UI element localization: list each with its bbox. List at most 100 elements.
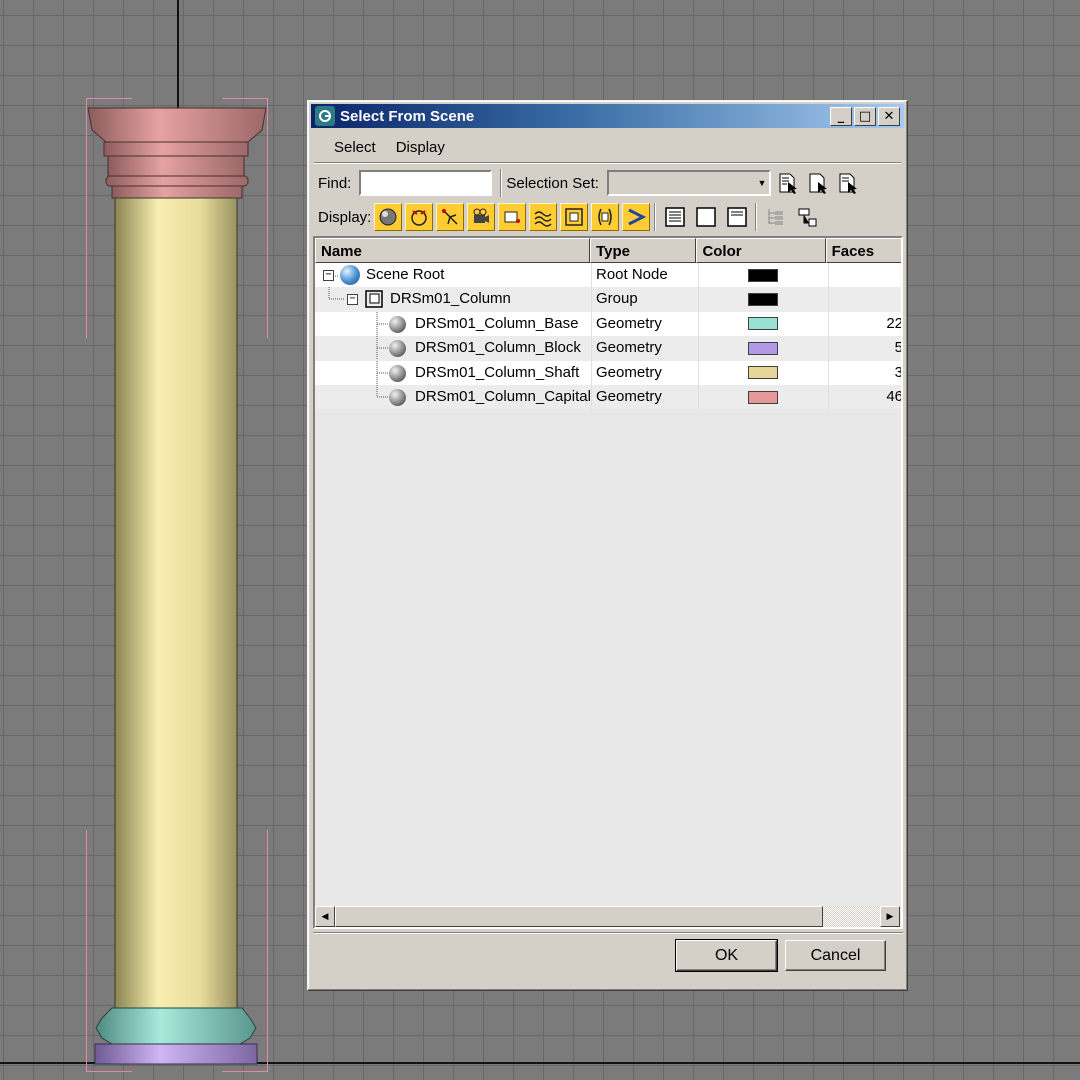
scroll-left-button[interactable]: ◀: [315, 906, 335, 927]
maximize-button[interactable]: □: [854, 107, 876, 126]
cell-faces: [829, 263, 901, 288]
filter-cameras-button[interactable]: [467, 203, 496, 231]
cell-name: DRSm01_Column_Block: [315, 336, 592, 361]
space-warps-icon: [534, 211, 552, 227]
geometry-sphere-icon: [389, 388, 406, 406]
cell-faces: 5: [829, 336, 901, 361]
close-button[interactable]: ✕: [878, 107, 900, 126]
cell-name: DRSm01_Column_Base: [315, 311, 592, 337]
lights-icon: [442, 209, 458, 225]
display-all-button[interactable]: [661, 203, 689, 231]
row-name: DRSm01_Column_Block: [415, 339, 581, 357]
table-row[interactable]: DRSm01_Column_Base Geometry 22: [315, 311, 901, 337]
filter-xrefs-button[interactable]: [591, 203, 620, 231]
row-name: DRSm01_Column: [390, 290, 511, 308]
column-header-type[interactable]: Type: [590, 238, 697, 263]
cell-color: [699, 263, 829, 288]
minimize-icon: _: [837, 109, 845, 124]
dialog-titlebar[interactable]: Select From Scene _ □ ✕: [311, 104, 904, 128]
table-row[interactable]: − DRSm01_Column Group: [315, 287, 901, 312]
arrow-left-icon: ◀: [321, 911, 329, 921]
dependents-button[interactable]: [793, 203, 821, 231]
max-app-icon: [315, 106, 335, 126]
table-row[interactable]: DRSm01_Column_Capital Geometry 46: [315, 384, 901, 410]
select-none-icon: [809, 173, 827, 194]
tree-lines: [376, 360, 390, 385]
filter-helpers-button[interactable]: [498, 203, 527, 231]
maximize-icon: □: [858, 109, 872, 124]
cell-name: DRSm01_Column_Shaft: [315, 360, 592, 385]
filter-geometry-button[interactable]: [374, 203, 403, 231]
filter-shapes-button[interactable]: [405, 203, 434, 231]
selection-set-label: Selection Set:: [506, 174, 599, 192]
geometry-sphere-icon: [379, 208, 397, 226]
dependents-icon: [798, 208, 817, 227]
select-all-icon: [779, 173, 797, 194]
cell-type: Geometry: [592, 311, 699, 337]
selection-set-dropdown[interactable]: ▼: [606, 170, 771, 196]
toolbar-separator: [654, 203, 657, 231]
group-icon: [365, 290, 383, 309]
cell-type: Geometry: [592, 336, 699, 361]
table-row[interactable]: DRSm01_Column_Block Geometry 5: [315, 336, 901, 361]
geometry-sphere-icon: [389, 340, 406, 358]
toolbar-separator: [755, 203, 758, 231]
groups-icon: [565, 208, 584, 226]
find-input[interactable]: [359, 170, 493, 196]
select-none-button[interactable]: [805, 170, 831, 196]
cancel-button[interactable]: Cancel: [785, 940, 886, 971]
cell-faces: 46: [829, 384, 901, 410]
filter-spacewarps-button[interactable]: [529, 203, 558, 231]
row-name: DRSm01_Column_Shaft: [415, 363, 580, 381]
column-header-color[interactable]: Color: [696, 238, 826, 263]
select-all-button[interactable]: [775, 170, 801, 196]
column-header-name[interactable]: Name: [315, 238, 591, 263]
menu-display[interactable]: Display: [388, 139, 457, 156]
selection-bracket-top-left: [86, 98, 132, 338]
tree-lines: [376, 384, 390, 398]
column-header-faces[interactable]: Faces: [825, 238, 901, 263]
find-label: Find:: [318, 174, 352, 192]
collapse-icon[interactable]: −: [347, 294, 358, 306]
dialog-title: Select From Scene: [340, 107, 475, 125]
menu-select[interactable]: Select: [314, 139, 388, 156]
filter-groups-button[interactable]: [560, 203, 589, 231]
xrefs-icon: [598, 208, 613, 226]
select-invert-icon: [839, 173, 857, 194]
row-name: DRSm01_Column_Capital: [415, 387, 591, 405]
bones-icon: [628, 208, 647, 226]
toolbar-separator: [500, 169, 503, 197]
list-invert-icon: [727, 207, 748, 227]
filter-lights-button[interactable]: [436, 203, 465, 231]
selection-bracket-bottom-right: [222, 830, 268, 1072]
table-row[interactable]: DRSm01_Column_Shaft Geometry 3: [315, 360, 901, 385]
object-list[interactable]: Name Type Color Faces − Scene Root Root …: [313, 236, 903, 929]
list-all-icon: [665, 207, 686, 227]
cell-name: − Scene Root: [315, 263, 592, 288]
scrollbar-track[interactable]: [823, 906, 880, 927]
cell-type: Geometry: [592, 360, 699, 385]
horizontal-scrollbar[interactable]: ◀ ▶: [315, 906, 900, 927]
table-row[interactable]: − Scene Root Root Node: [315, 263, 901, 288]
minimize-button[interactable]: _: [830, 107, 852, 126]
hierarchy-toggle-button[interactable]: [762, 203, 790, 231]
filter-bones-button[interactable]: [622, 203, 651, 231]
column-model[interactable]: [0, 0, 300, 1080]
selection-bracket-bottom-left: [86, 830, 132, 1072]
ok-button[interactable]: OK: [675, 939, 778, 972]
display-none-button[interactable]: [692, 203, 720, 231]
geometry-sphere-icon: [389, 315, 406, 333]
select-invert-button[interactable]: [835, 170, 861, 196]
cell-name: − DRSm01_Column: [315, 287, 592, 312]
cell-name: DRSm01_Column_Capital: [315, 384, 592, 410]
display-invert-button[interactable]: [723, 203, 751, 231]
geometry-sphere-icon: [389, 364, 406, 382]
scrollbar-thumb[interactable]: [335, 906, 823, 927]
tree-lines: [376, 336, 390, 361]
scroll-right-button[interactable]: ▶: [880, 906, 900, 927]
cell-faces: 22: [829, 311, 901, 337]
cell-type: Root Node: [592, 263, 699, 288]
helpers-icon: [504, 211, 521, 223]
collapse-icon[interactable]: −: [323, 270, 334, 281]
color-swatch: [747, 341, 778, 355]
